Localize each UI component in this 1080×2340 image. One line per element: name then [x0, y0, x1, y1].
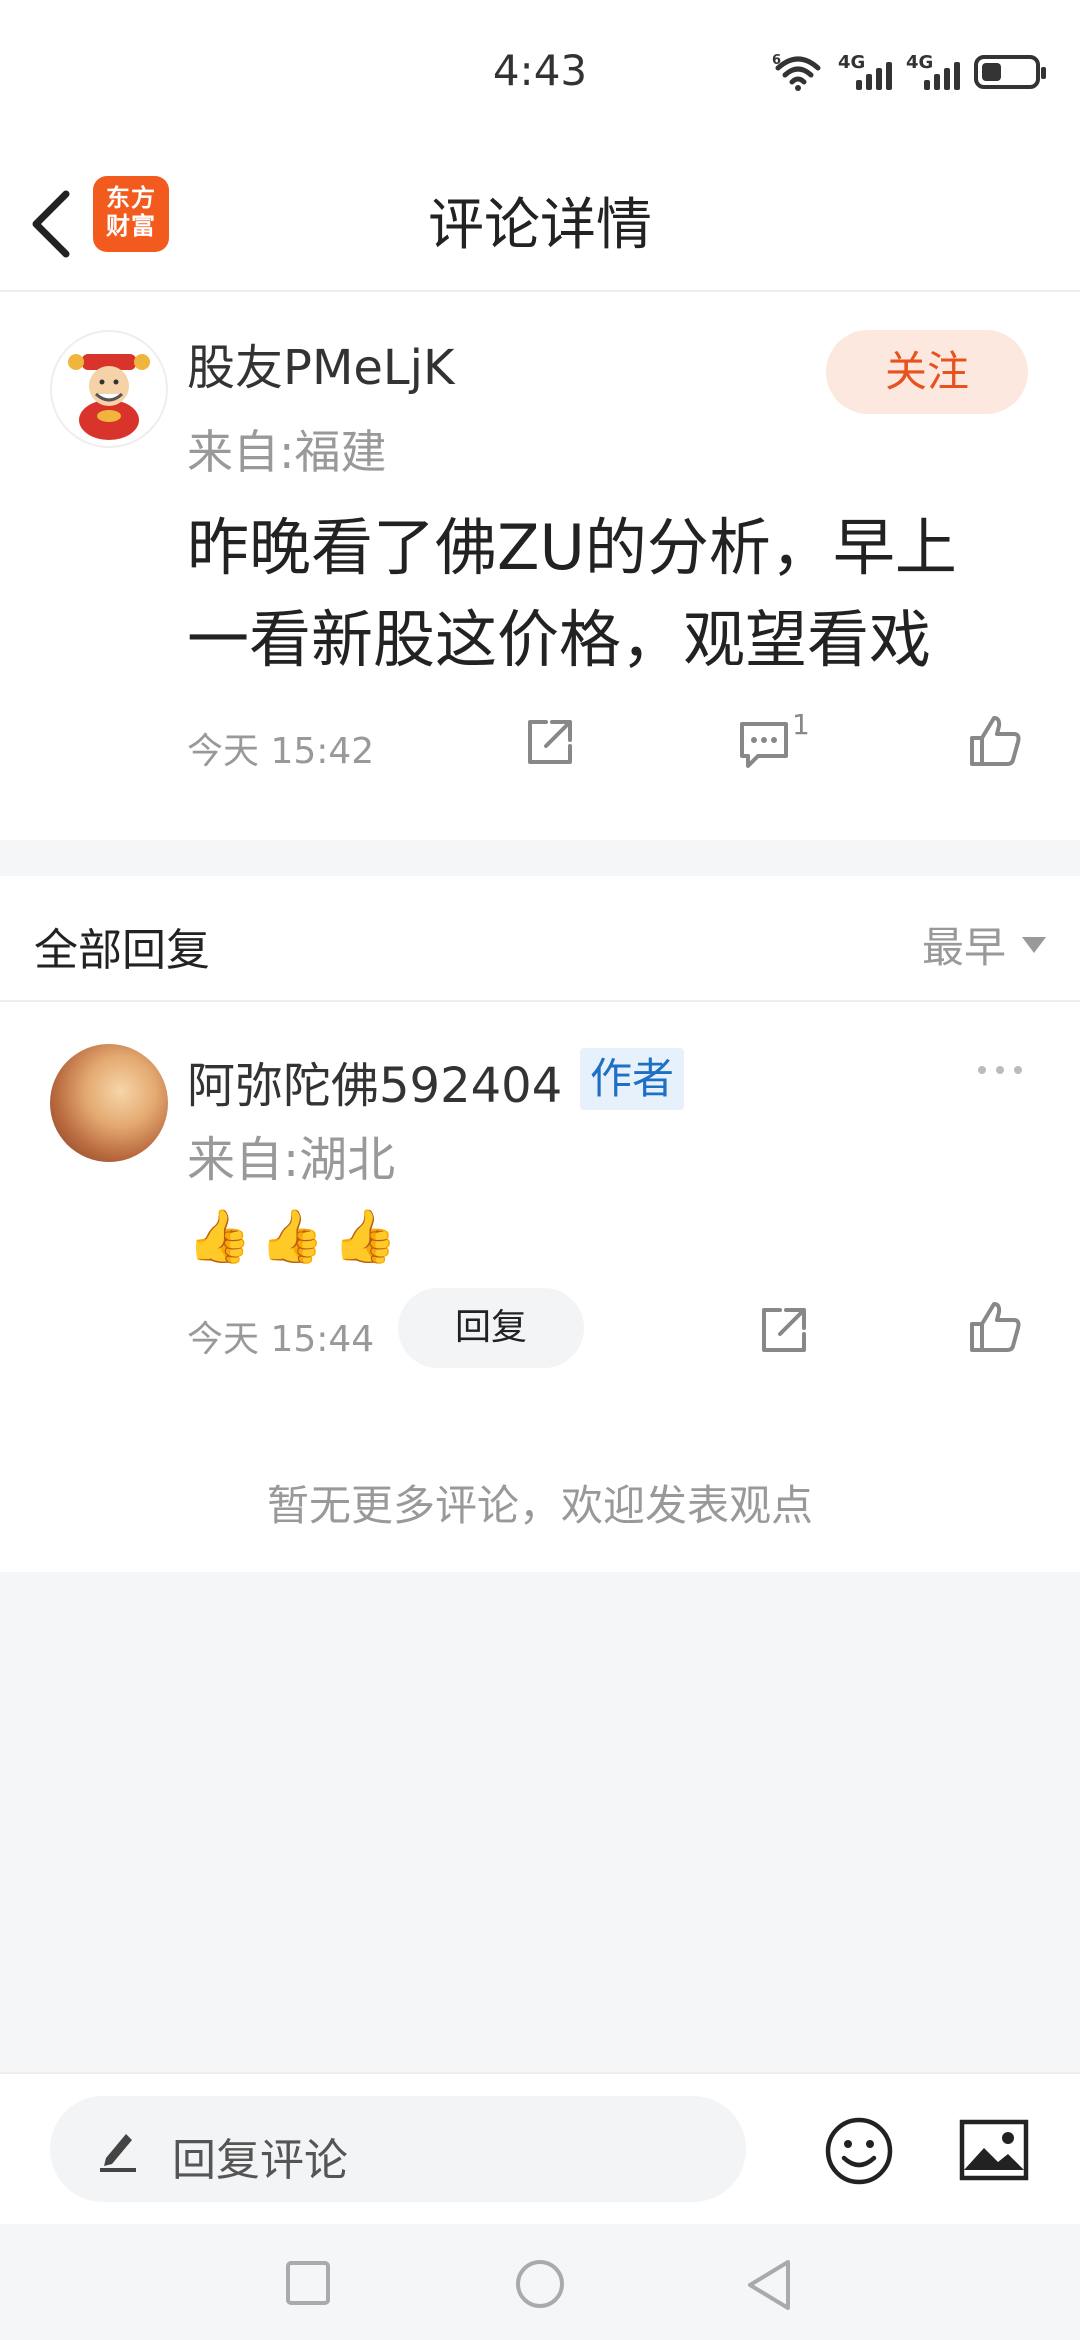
nav-back-icon[interactable]: [744, 2258, 794, 2312]
no-more-comments-hint: 暂无更多评论，欢迎发表观点: [266, 1481, 813, 1530]
battery-icon: [974, 55, 1046, 89]
reply-location: 来自:湖北: [187, 1132, 396, 1188]
recent-apps-icon[interactable]: [285, 2260, 331, 2306]
sort-dropdown[interactable]: 最早: [922, 914, 1046, 975]
wifi-icon: 6: [772, 53, 821, 91]
reply-button[interactable]: 回复: [398, 1288, 584, 1368]
comment-count: 1: [792, 708, 810, 741]
reply-input-placeholder: 回复评论: [172, 2135, 348, 2186]
sort-label: 最早: [921, 923, 1006, 972]
thumbs-up-icon[interactable]: [966, 1298, 1024, 1356]
status-bar: 4:43 6 4G 4G: [0, 0, 1080, 150]
system-nav-bar: [0, 2224, 1080, 2340]
replies-header: 全部回复 最早: [0, 876, 1080, 1002]
share-icon[interactable]: [756, 1302, 812, 1358]
pencil-icon: [100, 2134, 136, 2172]
reply-input[interactable]: 回复评论: [50, 2096, 746, 2202]
fortune-god-avatar-icon: [52, 332, 166, 446]
comment-time: 今天 15:42: [187, 731, 375, 772]
comment-icon[interactable]: [736, 716, 792, 772]
author-badge: 作者: [580, 1048, 685, 1110]
caret-down-icon: [1022, 936, 1046, 953]
avatar[interactable]: [50, 1044, 168, 1162]
reply-list: 阿弥陀佛592404 作者 来自:湖北 👍👍👍 今天 15:44 回复 暂无更多…: [0, 1002, 1080, 1572]
thumbs-up-icon[interactable]: [966, 712, 1024, 770]
page-title: 评论详情: [428, 193, 652, 258]
emoji-icon[interactable]: [824, 2116, 894, 2186]
bottom-bar: 回复评论: [0, 2072, 1080, 2226]
wifi-badge: 6: [772, 53, 781, 68]
home-icon[interactable]: [514, 2258, 566, 2310]
header: 东方 财富 评论详情: [0, 150, 1080, 292]
reply-time: 今天 15:44: [187, 1319, 375, 1360]
comment-text: 昨晚看了佛ZU的分析，早上一看新股这价格，观望看戏: [187, 511, 957, 676]
comment-card: 股友PMeLjK 来自:福建 关注 昨晚看了佛ZU的分析，早上一看新股这价格，观…: [0, 292, 1080, 840]
image-icon[interactable]: [958, 2118, 1030, 2182]
reply-username[interactable]: 阿弥陀佛592404: [187, 1046, 562, 1116]
comment-location: 来自:福建: [187, 425, 387, 479]
share-icon[interactable]: [522, 714, 578, 770]
reply-text: 👍👍👍: [187, 1207, 406, 1267]
status-icons: 6 4G 4G: [772, 52, 1046, 92]
cell-signal-icon: 4G: [838, 52, 892, 92]
cell-signal-icon-2: 4G: [906, 52, 960, 92]
comment-username[interactable]: 股友PMeLjK: [187, 328, 454, 398]
follow-button[interactable]: 关注: [826, 330, 1028, 414]
more-icon[interactable]: [974, 1060, 1026, 1080]
replies-title: 全部回复: [34, 925, 210, 976]
avatar[interactable]: [50, 330, 168, 448]
